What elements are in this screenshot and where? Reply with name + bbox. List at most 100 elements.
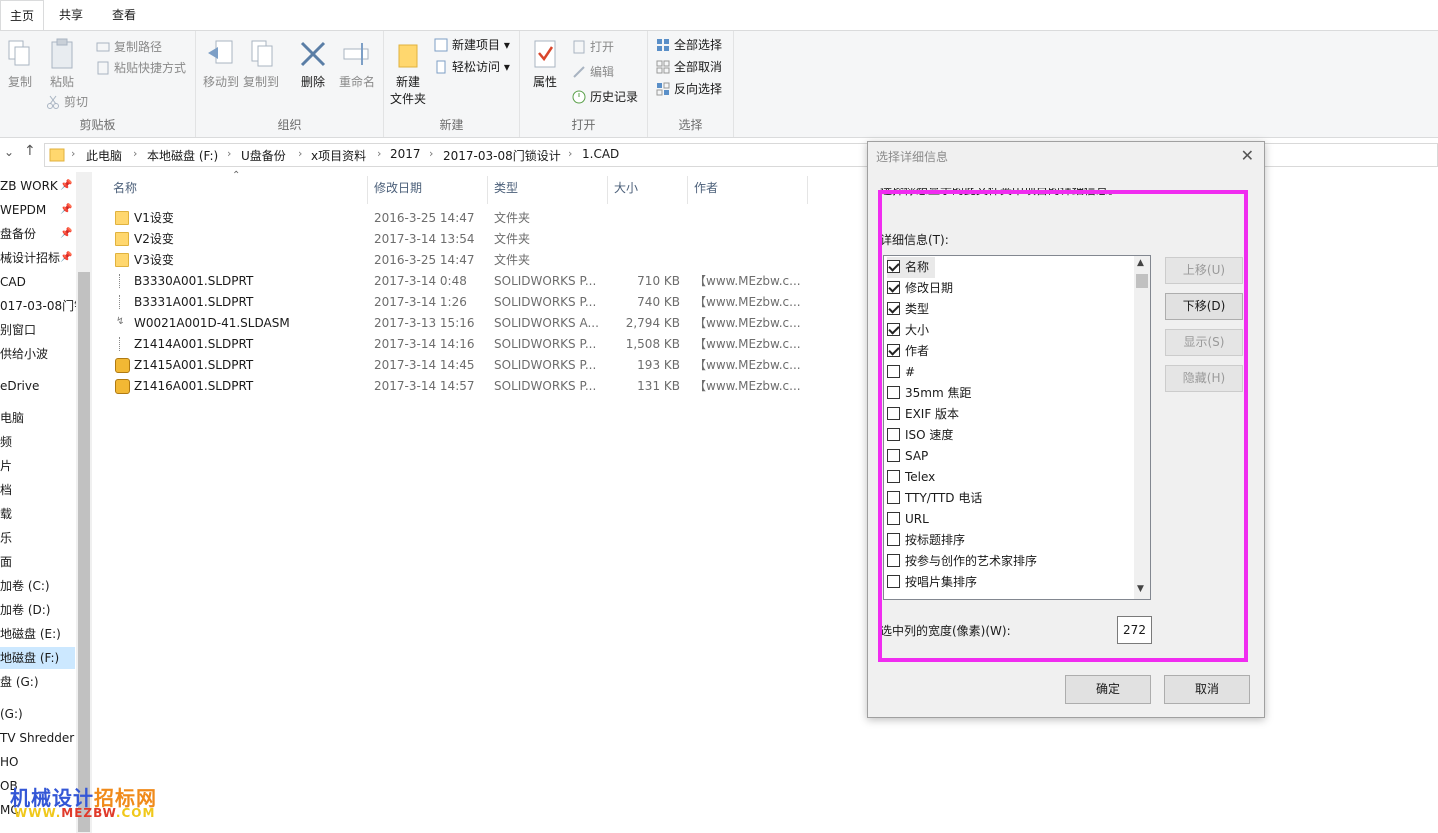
nav-item[interactable]: 加卷 (C:) [0,575,50,597]
properties-button[interactable]: 属性 [528,37,562,90]
details-list-item[interactable]: 按参与创作的艺术家排序 [887,551,1037,572]
nav-item[interactable]: TV Shredder [0,727,74,749]
breadcrumb-item[interactable]: 2017 [390,147,421,161]
nav-item[interactable]: eDrive [0,375,39,397]
table-row[interactable]: Z1415A001.SLDPRT 2017-3-14 14:45 SOLIDWORK… [95,355,815,376]
nav-item[interactable]: 盘 (G:) [0,671,39,693]
table-row[interactable]: V3设变 2016-3-25 14:47 文件夹 [95,250,815,271]
checkbox[interactable] [887,302,900,315]
nav-item[interactable]: 档 [0,479,12,501]
table-row[interactable]: V2设变 2017-3-14 13:54 文件夹 [95,229,815,250]
checkbox[interactable] [887,554,900,567]
table-row[interactable]: Z1414A001.SLDPRT 2017-3-14 14:16 SOLIDWORK… [95,334,815,355]
details-list-item[interactable]: 按唱片集排序 [887,572,977,593]
column-header-name[interactable]: 名称 [95,176,368,204]
nav-item[interactable]: CAD [0,271,26,293]
nav-item[interactable]: 盘备份 [0,223,36,245]
checkbox[interactable] [887,260,900,273]
column-header-author[interactable]: 作者 [688,176,808,204]
nav-item[interactable]: 电脑 [0,407,24,429]
nav-item[interactable]: 械设计招标 [0,247,60,269]
easy-access-button[interactable]: 轻松访问 ▾ [432,57,510,77]
recent-chevron-icon[interactable]: ⌄ [4,145,14,159]
column-header-size[interactable]: 大小 [608,176,688,204]
breadcrumb-item[interactable]: 此电脑 [86,147,122,164]
select-none-button[interactable]: 全部取消 [654,57,722,77]
details-list-item[interactable]: ISO 速度 [887,425,953,446]
checkbox[interactable] [887,575,900,588]
details-list-item[interactable]: Telex [887,467,935,488]
nav-scrollbar[interactable] [76,172,92,833]
nav-scrollbar-thumb[interactable] [78,272,90,832]
nav-item[interactable]: 载 [0,503,12,525]
edit-button[interactable]: 编辑 [570,62,614,82]
tab-share[interactable]: 共享 [50,0,92,30]
move-up-button[interactable]: 上移(U) [1165,257,1243,284]
column-header-type[interactable]: 类型 [488,176,608,204]
details-list-item[interactable]: SAP [887,446,928,467]
table-row[interactable]: V1设变 2016-3-25 14:47 文件夹 [95,208,815,229]
nav-item[interactable]: 加卷 (D:) [0,599,50,621]
checkbox[interactable] [887,512,900,525]
paste-button[interactable]: 粘贴 [44,37,80,90]
checkbox[interactable] [887,365,900,378]
checkbox[interactable] [887,344,900,357]
copy-button[interactable]: 复制 [4,37,36,90]
checkbox[interactable] [887,470,900,483]
close-icon[interactable]: ✕ [1241,146,1254,165]
nav-item[interactable]: (G:) [0,703,23,725]
details-list-item[interactable]: 作者 [887,341,929,362]
details-scrollbar-thumb[interactable] [1136,274,1148,288]
breadcrumb-item[interactable]: 2017-03-08门锁设计 [443,147,561,164]
details-list-item[interactable]: EXIF 版本 [887,404,959,425]
table-row[interactable]: ↯ W0021A001D-41.SLDASM 2017-3-13 15:16 SOLI… [95,313,815,334]
nav-item[interactable]: WEPDM [0,199,46,221]
table-row[interactable]: Z1416A001.SLDPRT 2017-3-14 14:57 SOLIDWORK… [95,376,815,397]
nav-item[interactable]: 别窗口 [0,319,36,341]
nav-item[interactable]: 017-03-08门锁 [0,295,86,317]
scroll-down-icon[interactable]: ▼ [1137,584,1144,594]
checkbox[interactable] [887,428,900,441]
move-to-button[interactable]: 移动到 [202,37,240,90]
nav-item[interactable]: 乐 [0,527,12,549]
nav-item[interactable]: ZB WORK [0,175,58,197]
details-list-item[interactable]: # [887,362,915,383]
copy-to-button[interactable]: 复制到 [242,37,280,90]
cut-button[interactable]: 剪切 [44,92,88,112]
details-list-item[interactable]: 修改日期 [887,278,953,299]
show-button[interactable]: 显示(S) [1165,329,1243,356]
new-item-button[interactable]: 新建项目 ▾ [432,35,510,55]
nav-item[interactable]: 频 [0,431,12,453]
delete-button[interactable]: 删除 [296,37,330,90]
checkbox[interactable] [887,323,900,336]
nav-item[interactable]: 片 [0,455,12,477]
details-listbox[interactable]: 名称 修改日期 类型 大小 作者 #35mm 焦距 EXIF 版本 ISO 速度 SAP Tele… [883,255,1151,600]
cancel-button[interactable]: 取消 [1164,675,1250,704]
column-width-input[interactable]: 272 [1117,616,1152,644]
checkbox[interactable] [887,491,900,504]
nav-item[interactable]: 地磁盘 (E:) [0,623,61,645]
details-list-item[interactable]: 名称 [887,257,936,278]
nav-item-selected[interactable]: 地磁盘 (F:) [0,647,75,669]
copy-path-button[interactable]: 复制路径 [94,37,162,57]
details-list-item[interactable]: 大小 [887,320,929,341]
breadcrumb-item[interactable]: U盘备份 [241,147,286,164]
column-header-date[interactable]: 修改日期 [368,176,488,204]
table-row[interactable]: B3331A001.SLDPRT 2017-3-14 1:26 SOLIDWORKS… [95,292,815,313]
scroll-up-icon[interactable]: ▲ [1137,258,1144,268]
nav-item[interactable]: 供给小波 [0,343,48,365]
nav-item[interactable]: 面 [0,551,12,573]
checkbox[interactable] [887,386,900,399]
new-folder-button[interactable]: 新建 文件夹 [388,37,428,107]
invert-selection-button[interactable]: 反向选择 [654,79,722,99]
details-list-item[interactable]: 35mm 焦距 [887,383,971,404]
breadcrumb-item[interactable]: 本地磁盘 (F:) [147,147,218,164]
open-button[interactable]: 打开 [570,37,614,57]
details-list-item[interactable]: 按标题排序 [887,530,965,551]
history-button[interactable]: 历史记录 [570,87,638,107]
details-scrollbar[interactable]: ▲ ▼ [1134,256,1150,599]
up-arrow-icon[interactable]: ↑ [24,143,36,159]
breadcrumb-item[interactable]: 1.CAD [582,147,619,161]
details-list-item[interactable]: 类型 [887,299,929,320]
table-row[interactable]: B3330A001.SLDPRT 2017-3-14 0:48 SOLIDWORKS… [95,271,815,292]
